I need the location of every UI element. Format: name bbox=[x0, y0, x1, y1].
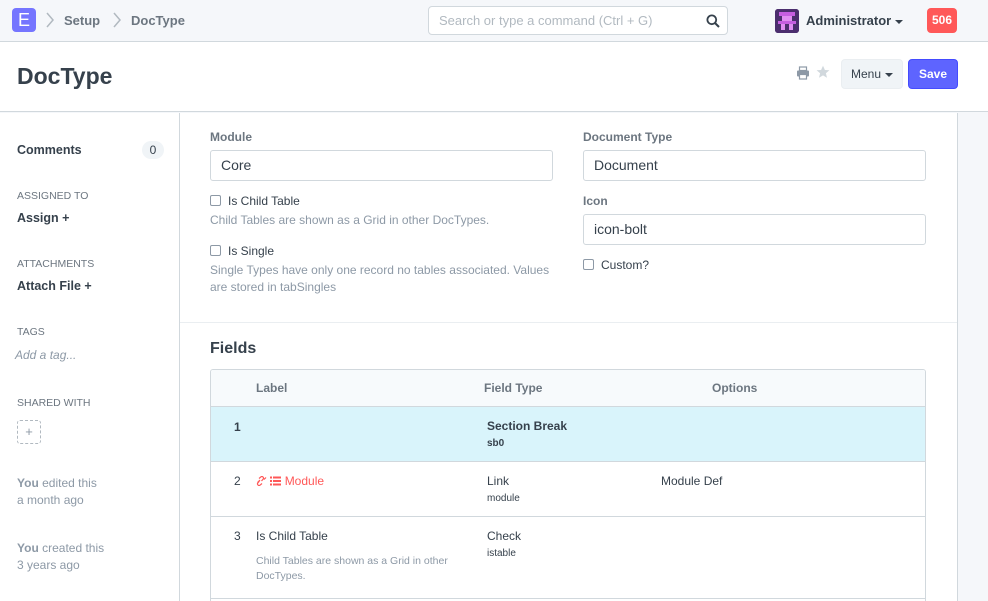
activity-item: You created this 3 years ago bbox=[17, 540, 167, 574]
menu-button-label: Menu bbox=[850, 67, 882, 81]
tags-heading: TAGS bbox=[17, 326, 45, 338]
checkbox-icon bbox=[210, 245, 221, 256]
breadcrumb-doctype[interactable]: DocType bbox=[131, 13, 185, 28]
plus-icon: + bbox=[62, 211, 70, 225]
is-child-table-checkbox[interactable]: Is Child Table bbox=[210, 194, 300, 208]
activity-time: 3 years ago bbox=[17, 558, 80, 572]
page-head: DocType Menu Save bbox=[0, 42, 988, 112]
attachments-heading: ATTACHMENTS bbox=[17, 258, 95, 270]
is-single-label: Is Single bbox=[228, 244, 275, 258]
search-input[interactable] bbox=[429, 7, 699, 34]
star-icon[interactable] bbox=[816, 65, 830, 79]
chevron-right-icon bbox=[112, 11, 122, 29]
search-icon[interactable] bbox=[706, 14, 720, 28]
icon-label: Icon bbox=[583, 194, 608, 208]
is-single-checkbox[interactable]: Is Single bbox=[210, 244, 274, 258]
notification-badge[interactable]: 506 bbox=[927, 8, 957, 33]
table-row[interactable]: 2 Module Link module Module Def bbox=[211, 462, 925, 517]
menu-button[interactable]: Menu bbox=[841, 59, 903, 89]
column-header-options: Options bbox=[712, 381, 758, 395]
page-title: DocType bbox=[17, 63, 113, 89]
assign-link-label: Assign bbox=[17, 211, 59, 225]
activity-time: a month ago bbox=[17, 493, 84, 507]
module-label: Module bbox=[210, 130, 252, 144]
fields-section-title: Fields bbox=[210, 340, 257, 357]
row-field-type: Link bbox=[487, 474, 510, 488]
grid-header: Label Field Type Options bbox=[211, 370, 925, 407]
activity-user: You bbox=[17, 541, 39, 555]
activity-action: edited this bbox=[38, 476, 97, 490]
app-logo[interactable]: E bbox=[12, 8, 36, 32]
module-field[interactable]: Core bbox=[210, 150, 553, 181]
print-icon[interactable] bbox=[796, 66, 810, 80]
is-single-help: Single Types have only one record no tab… bbox=[210, 263, 550, 294]
row-field-type: Check bbox=[487, 529, 522, 543]
add-tag-input[interactable]: Add a tag... bbox=[15, 348, 76, 362]
row-index: 2 bbox=[234, 474, 241, 488]
caret-down-icon bbox=[895, 19, 904, 24]
custom-label: Custom? bbox=[601, 258, 650, 272]
row-description: Child Tables are shown as a Grid in othe… bbox=[256, 555, 448, 582]
is-child-table-label: Is Child Table bbox=[228, 194, 300, 208]
avatar[interactable] bbox=[775, 9, 799, 33]
fields-grid: Label Field Type Options 1 Section Break… bbox=[210, 369, 926, 601]
document-type-label: Document Type bbox=[583, 130, 673, 144]
row-index: 3 bbox=[234, 529, 241, 543]
row-fieldname: module bbox=[487, 493, 520, 504]
table-row[interactable]: 1 Section Break sb0 bbox=[211, 407, 925, 462]
navbar: E Setup DocType Administrator 506 bbox=[0, 0, 988, 42]
activity-action: created this bbox=[38, 541, 105, 555]
activity-user: You bbox=[17, 476, 39, 490]
attach-file-link[interactable]: Attach File + bbox=[17, 279, 92, 293]
user-menu[interactable]: Administrator bbox=[806, 13, 904, 28]
is-child-table-help: Child Tables are shown as a Grid in othe… bbox=[210, 213, 490, 227]
document-type-field[interactable]: Document bbox=[583, 150, 926, 181]
save-button[interactable]: Save bbox=[908, 59, 958, 89]
form-body: Module Core Is Child Table Child Tables … bbox=[180, 113, 958, 601]
comments-link[interactable]: Comments bbox=[17, 143, 82, 157]
plus-icon: + bbox=[84, 279, 92, 293]
row-fieldname: istable bbox=[487, 548, 516, 559]
shared-with-heading: SHARED WITH bbox=[17, 397, 91, 409]
icon-field[interactable]: icon-bolt bbox=[583, 214, 926, 245]
row-label: Is Child Table bbox=[256, 529, 328, 543]
caret-down-icon bbox=[885, 72, 894, 77]
checkbox-icon bbox=[210, 195, 221, 206]
column-header-field-type: Field Type bbox=[484, 381, 543, 395]
row-options: Module Def bbox=[661, 474, 723, 488]
row-fieldname: sb0 bbox=[487, 438, 505, 449]
breadcrumb-setup[interactable]: Setup bbox=[64, 13, 100, 28]
row-index: 1 bbox=[234, 420, 241, 434]
chevron-right-icon bbox=[45, 11, 55, 29]
custom-checkbox[interactable]: Custom? bbox=[583, 258, 649, 272]
activity-item: You edited this a month ago bbox=[17, 475, 167, 509]
fields-section: Fields Label Field Type Options 1 Sectio… bbox=[180, 322, 957, 601]
share-add-button[interactable]: + bbox=[17, 420, 41, 444]
search-box bbox=[428, 6, 728, 35]
row-label: Module bbox=[256, 474, 324, 488]
assign-link[interactable]: Assign + bbox=[17, 211, 69, 225]
row-field-type: Section Break bbox=[487, 419, 568, 433]
comments-count-badge: 0 bbox=[142, 141, 164, 159]
list-icon bbox=[270, 474, 284, 488]
form-sidebar: Comments 0 ASSIGNED TO Assign + ATTACHME… bbox=[0, 113, 180, 601]
row-label-text: Module bbox=[284, 474, 325, 488]
checkbox-icon bbox=[583, 259, 594, 270]
user-name-label: Administrator bbox=[806, 13, 892, 28]
attach-file-label: Attach File bbox=[17, 279, 81, 293]
assigned-to-heading: ASSIGNED TO bbox=[17, 190, 89, 202]
table-row[interactable]: 3 Is Child Table Child Tables are shown … bbox=[211, 517, 925, 599]
column-header-label: Label bbox=[256, 381, 288, 395]
link-icon bbox=[256, 474, 270, 488]
